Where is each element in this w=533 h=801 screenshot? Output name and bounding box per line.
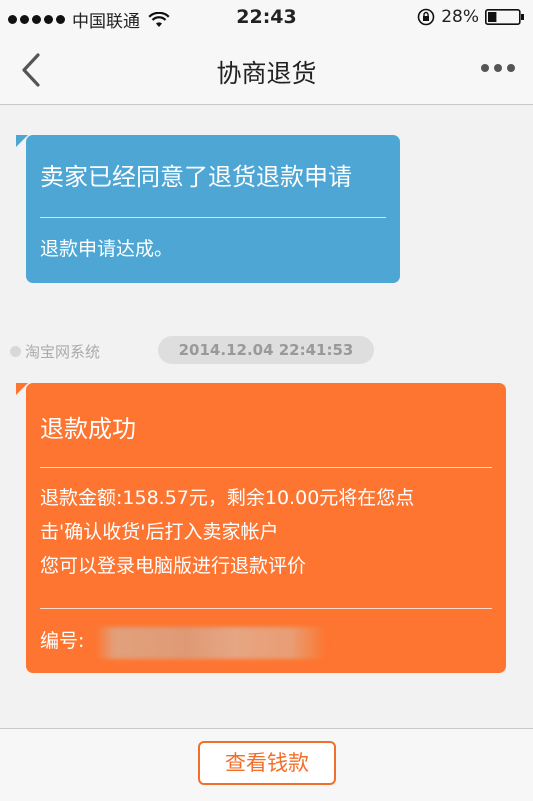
message-bubble-refund-success: 退款成功 退款金额:158.57元，剩余10.00元将在您点 击'确认收货'后打…: [16, 383, 506, 673]
message-line: 退款金额:158.57元，剩余10.00元将在您点: [40, 487, 415, 509]
refund-id-label: 编号:: [40, 630, 85, 652]
bubble-divider: [40, 467, 492, 468]
status-bar: 中国联通 22:43 28%: [0, 0, 533, 36]
status-right: 28%: [417, 7, 525, 27]
chat-list[interactable]: 卖家已经同意了退货退款申请 退款申请达成。 淘宝网系统 2014.12.04 2…: [0, 105, 533, 728]
redacted-refund-id: [96, 627, 326, 659]
view-funds-button[interactable]: 查看钱款: [198, 741, 336, 785]
sender-avatar-icon: [10, 346, 21, 357]
message-title: 卖家已经同意了退货退款申请: [40, 163, 352, 191]
sender-name: 淘宝网系统: [25, 343, 101, 361]
bubble-divider: [40, 217, 386, 218]
page-title: 协商退货: [216, 59, 317, 88]
sender-row: 淘宝网系统: [10, 341, 100, 362]
bottom-bar: 查看钱款: [0, 728, 533, 801]
bubble-tail: [16, 383, 28, 395]
message-timestamp: 2014.12.04 22:41:53: [158, 336, 374, 364]
message-line: 您可以登录电脑版进行退款评价: [40, 555, 307, 577]
bubble-divider: [40, 608, 492, 609]
bubble-tail: [16, 135, 28, 147]
message-line: 击'确认收货'后打入卖家帐户: [40, 521, 279, 543]
rotation-lock-icon: [417, 8, 435, 26]
more-icon[interactable]: [481, 64, 515, 72]
battery-icon: [485, 9, 524, 25]
nav-bar: 协商退货: [0, 36, 533, 105]
message-title: 退款成功: [40, 415, 136, 443]
battery-percent: 28%: [441, 7, 479, 27]
message-line: 退款申请达成。: [40, 238, 174, 260]
message-bubble-agreement: 卖家已经同意了退货退款申请 退款申请达成。: [16, 135, 400, 283]
